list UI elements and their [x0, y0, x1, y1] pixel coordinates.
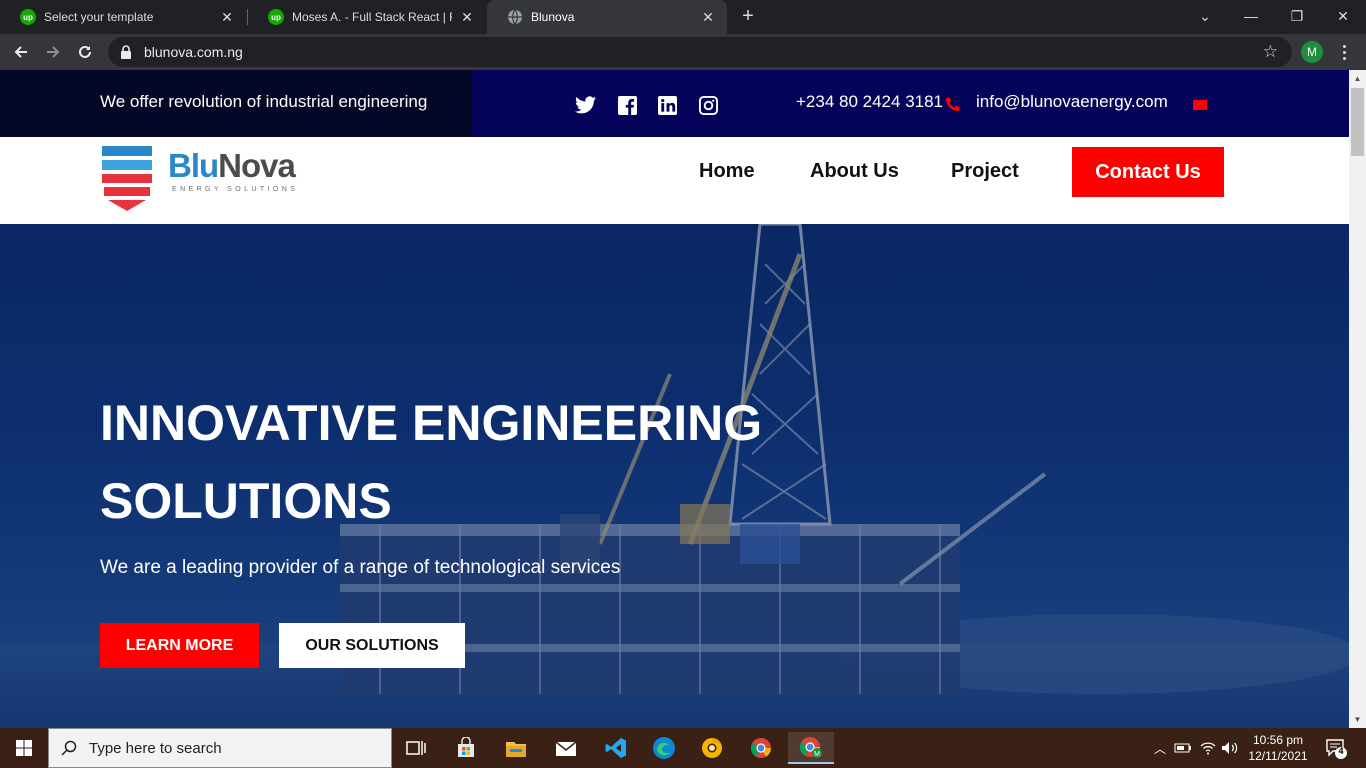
new-tab-button[interactable]: +: [736, 6, 760, 28]
lock-icon: [121, 45, 131, 59]
chrome-canary-icon[interactable]: [692, 732, 732, 764]
scroll-thumb[interactable]: [1351, 88, 1364, 156]
tab-title: Blunova: [531, 10, 575, 24]
tray-chevron-up-icon[interactable]: ︿: [1150, 738, 1170, 758]
tab-search-button[interactable]: ⌄: [1182, 0, 1228, 32]
scroll-up-arrow-icon[interactable]: ▲: [1349, 70, 1366, 87]
window-close-button[interactable]: ✕: [1320, 0, 1366, 32]
minimize-button[interactable]: —: [1228, 0, 1274, 32]
nav-project[interactable]: Project: [951, 160, 1019, 183]
contact-phone[interactable]: +234 80 2424 3181: [796, 92, 943, 112]
page-scrollbar[interactable]: ▲ ▼: [1349, 70, 1366, 728]
blunova-logo-mark[interactable]: [98, 142, 156, 212]
facebook-icon[interactable]: [616, 94, 638, 116]
url-text: blunova.com.ng: [144, 44, 243, 60]
arrow-right-icon: [47, 46, 60, 58]
bookmark-star-icon[interactable]: ☆: [1263, 42, 1278, 62]
clock-time: 10:56 pm: [1252, 733, 1304, 747]
twitter-icon[interactable]: [574, 94, 596, 116]
scroll-down-arrow-icon[interactable]: ▼: [1349, 711, 1366, 728]
upwork-icon: up: [20, 9, 36, 25]
contact-us-button[interactable]: Contact Us: [1072, 147, 1224, 197]
battery-icon[interactable]: [1173, 738, 1193, 758]
taskbar-search-placeholder: Type here to search: [89, 739, 222, 757]
browser-tab-moses[interactable]: up Moses A. - Full Stack React | Fireb ✕: [248, 0, 486, 34]
browser-tab-template[interactable]: up Select your template ✕: [0, 0, 246, 34]
vscode-icon[interactable]: [596, 732, 636, 764]
windows-logo-icon: [16, 740, 32, 756]
upwork-icon: up: [268, 9, 284, 25]
globe-icon: [508, 9, 522, 25]
main-navbar: BluNova ENERGY SOLUTIONS Home About Us P…: [0, 137, 1349, 224]
browser-tab-strip: up Select your template ✕ up Moses A. - …: [0, 0, 1366, 34]
notification-count-badge: 4: [1338, 746, 1344, 756]
reload-icon: [79, 45, 91, 58]
arrow-left-icon: [14, 46, 27, 58]
phone-icon: [946, 97, 960, 111]
our-solutions-button[interactable]: OUR SOLUTIONS: [279, 623, 465, 668]
linkedin-icon[interactable]: [656, 94, 678, 116]
reload-button[interactable]: [72, 39, 98, 65]
instagram-icon[interactable]: [697, 94, 719, 116]
top-info-bar: We offer revolution of industrial engine…: [0, 70, 1349, 137]
nav-home[interactable]: Home: [699, 160, 755, 183]
close-icon[interactable]: ✕: [699, 8, 717, 26]
hero-title-line-1: INNOVATIVE ENGINEERING: [100, 395, 763, 451]
clock-date: 12/11/2021: [1248, 749, 1308, 763]
system-clock[interactable]: 10:56 pm 12/11/2021: [1244, 732, 1312, 764]
address-bar[interactable]: blunova.com.ng ☆: [108, 37, 1292, 67]
volume-icon[interactable]: [1220, 738, 1240, 758]
tab-title: Moses A. - Full Stack React | Fireb: [292, 10, 452, 24]
hero-title-line-2: SOLUTIONS: [100, 473, 392, 529]
tagline: We offer revolution of industrial engine…: [100, 92, 428, 111]
chrome-icon[interactable]: [741, 732, 781, 764]
logo-wordmark[interactable]: BluNova: [168, 147, 296, 185]
task-view-icon[interactable]: [396, 732, 436, 764]
mail-icon: [1193, 100, 1207, 110]
close-icon[interactable]: ✕: [458, 8, 476, 26]
edge-icon[interactable]: [644, 732, 684, 764]
logo-nova: Nova: [218, 147, 296, 184]
browser-toolbar: blunova.com.ng ☆ M: [0, 34, 1366, 70]
mail-app-icon[interactable]: [546, 732, 586, 764]
chrome-profile-window-icon[interactable]: M: [788, 732, 834, 764]
forward-button[interactable]: [40, 39, 66, 65]
file-explorer-icon[interactable]: [496, 732, 536, 764]
logo-tagline: ENERGY SOLUTIONS: [172, 186, 299, 193]
notification-center-button[interactable]: 4: [1324, 736, 1348, 760]
svg-text:M: M: [814, 751, 820, 758]
close-icon[interactable]: ✕: [218, 8, 236, 26]
browser-tab-blunova[interactable]: Blunova ✕: [487, 0, 727, 34]
back-button[interactable]: [8, 39, 34, 65]
contact-email[interactable]: info@blunovaenergy.com: [976, 92, 1168, 112]
logo-blu: Blu: [168, 147, 219, 184]
browser-menu-icon[interactable]: [1334, 42, 1354, 62]
hero-title: INNOVATIVE ENGINEERING SOLUTIONS: [100, 384, 860, 540]
profile-avatar[interactable]: M: [1301, 41, 1323, 63]
windows-taskbar: Type here to search M ︿ 10:56 pm 12/11/2…: [0, 728, 1366, 768]
learn-more-button[interactable]: LEARN MORE: [100, 623, 259, 668]
page-viewport: We offer revolution of industrial engine…: [0, 70, 1349, 728]
hero-section: INNOVATIVE ENGINEERING SOLUTIONS We are …: [0, 224, 1349, 728]
nav-about-us[interactable]: About Us: [810, 160, 899, 183]
windows-start-button[interactable]: [0, 728, 48, 768]
search-icon: [61, 740, 77, 756]
tab-title: Select your template: [44, 10, 154, 24]
restore-button[interactable]: ❐: [1274, 0, 1320, 32]
hero-subtitle: We are a leading provider of a range of …: [100, 557, 621, 578]
microsoft-store-icon[interactable]: [446, 732, 486, 764]
wifi-icon[interactable]: [1198, 738, 1218, 758]
taskbar-search-box[interactable]: Type here to search: [48, 728, 392, 768]
